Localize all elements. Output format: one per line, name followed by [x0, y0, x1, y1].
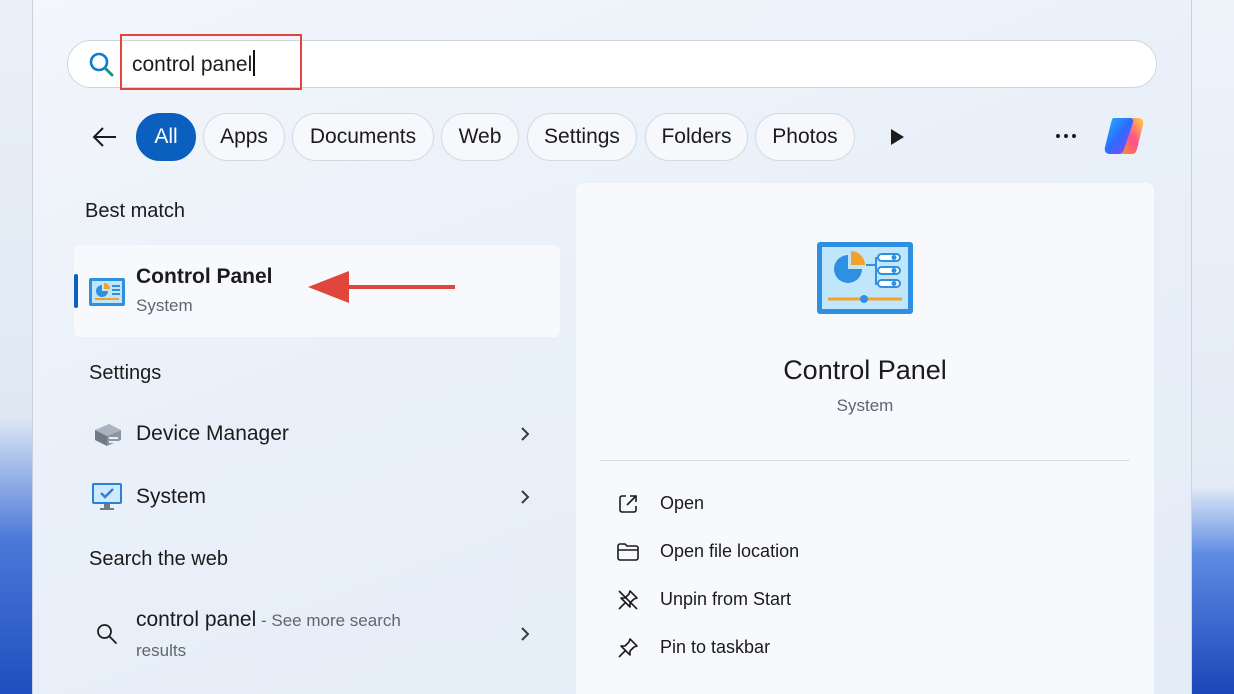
selection-indicator — [74, 274, 78, 308]
filter-chip-apps[interactable]: Apps — [203, 113, 285, 161]
more-options-icon[interactable] — [1053, 126, 1079, 146]
back-arrow-icon[interactable] — [90, 123, 118, 151]
chevron-right-icon[interactable] — [519, 488, 531, 506]
desktop-wallpaper-left — [0, 0, 32, 694]
web-query-text: control panel — [136, 608, 257, 631]
copilot-icon[interactable] — [1100, 112, 1148, 160]
web-search-icon — [97, 624, 117, 644]
system-label[interactable]: System — [136, 485, 206, 509]
web-suffix-line2: results — [136, 641, 187, 660]
search-icon — [89, 52, 114, 77]
open-external-icon — [619, 495, 637, 513]
filter-chip-photos[interactable]: Photos — [755, 113, 855, 161]
search-web-heading: Search the web — [89, 548, 228, 570]
chevron-right-icon[interactable] — [519, 425, 531, 443]
web-suffix-text: - See more search — [256, 611, 401, 630]
annotation-highlight-box — [120, 34, 302, 90]
action-open-file-location[interactable]: Open file location — [660, 541, 799, 562]
folder-icon — [617, 543, 639, 561]
control-panel-large-icon — [817, 242, 913, 314]
filter-chip-all[interactable]: All — [136, 113, 196, 161]
system-icon — [92, 483, 122, 510]
device-manager-label[interactable]: Device Manager — [136, 422, 289, 446]
detail-divider — [600, 460, 1130, 461]
best-match-heading: Best match — [85, 200, 186, 222]
pin-icon — [618, 638, 638, 658]
action-open[interactable]: Open — [660, 493, 704, 514]
filter-chip-documents[interactable]: Documents — [292, 113, 434, 161]
detail-title: Control Panel — [783, 355, 947, 385]
best-match-title: Control Panel — [136, 265, 273, 288]
annotation-arrow — [308, 271, 455, 303]
device-manager-icon — [95, 424, 121, 446]
filter-chip-settings[interactable]: Settings — [527, 113, 637, 161]
filter-chip-folders[interactable]: Folders — [645, 113, 748, 161]
control-panel-icon — [89, 278, 125, 306]
chevron-right-icon[interactable] — [519, 625, 531, 643]
action-unpin-from-start[interactable]: Unpin from Start — [660, 589, 791, 610]
detail-subtitle: System — [836, 396, 894, 415]
play-more-filters-icon[interactable] — [889, 128, 905, 146]
action-pin-to-taskbar[interactable]: Pin to taskbar — [660, 637, 770, 658]
filter-chip-web[interactable]: Web — [441, 113, 519, 161]
settings-heading: Settings — [89, 362, 162, 384]
unpin-icon — [618, 590, 638, 610]
web-search-result[interactable]: control panel - See more search — [136, 608, 401, 632]
best-match-subtitle: System — [136, 296, 193, 315]
desktop-wallpaper-right — [1190, 0, 1234, 694]
